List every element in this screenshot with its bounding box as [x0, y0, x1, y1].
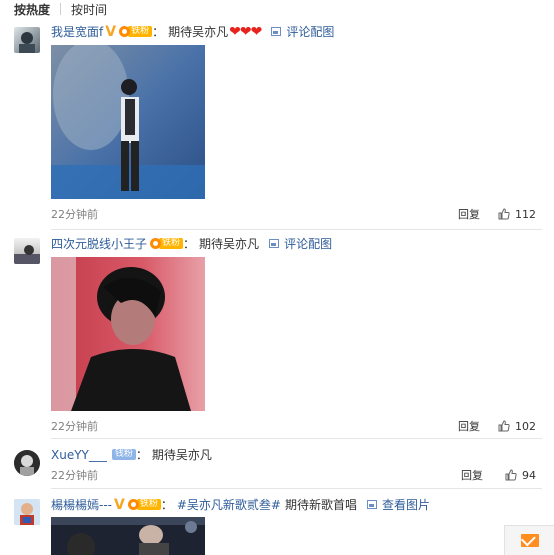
username-link[interactable]: 楊楊楊嫣---	[51, 496, 112, 513]
comment-header: 我是宽面f V 铁粉 ： 期待吴亦凡 ❤❤❤ 评论配图	[51, 23, 334, 40]
view-picture-label: 查看图片	[382, 498, 431, 512]
like-count: 94	[522, 468, 536, 482]
verified-v-icon: V	[114, 496, 125, 513]
comment-text: 期待吴亦凡	[151, 448, 212, 462]
comment-header: 楊楊楊嫣--- V 铁粉 ： #吴亦凡新歌贰叁# 期待新歌首唱 查看图片	[51, 496, 430, 513]
reply-button[interactable]: 回复	[458, 206, 480, 222]
like-button[interactable]: 94	[505, 469, 536, 482]
fan-badge[interactable]: 铁粉	[119, 25, 153, 38]
avatar[interactable]	[14, 450, 40, 476]
sort-by-time-tab[interactable]: 按时间	[71, 1, 107, 18]
avatar[interactable]	[14, 27, 40, 53]
fan-heart-icon	[150, 238, 162, 249]
comment-divider	[51, 438, 542, 439]
like-button[interactable]: 112	[498, 208, 536, 221]
comment-picture-link[interactable]: 评论配图	[269, 235, 332, 252]
comment-header: XueYY___ 钱粉 ： 期待吴亦凡	[51, 446, 212, 463]
sort-divider	[60, 3, 62, 15]
colon: ：	[160, 498, 173, 512]
message-button[interactable]	[504, 525, 554, 555]
comment-photo[interactable]	[51, 45, 205, 199]
like-count: 112	[515, 207, 536, 221]
username-link[interactable]: 四次元脱线小王子	[51, 235, 147, 252]
colon: ：	[183, 237, 196, 251]
avatar-image	[14, 499, 40, 525]
thumbs-up-icon	[498, 208, 510, 220]
comment-text: 期待吴亦凡	[199, 237, 260, 251]
mail-icon	[520, 534, 539, 547]
portrait-image	[51, 257, 205, 411]
avatar-image	[14, 450, 40, 476]
comment-picture-label: 评论配图	[284, 237, 333, 251]
reply-button[interactable]: 回复	[461, 467, 483, 483]
picture-icon	[269, 239, 280, 248]
fan-badge-label: 铁粉	[128, 26, 153, 37]
heart-emoji-icons: ❤❤❤	[229, 23, 262, 40]
fan-badge-label: 钱粉	[111, 449, 136, 460]
fan-heart-icon	[119, 26, 131, 37]
verified-v-icon: V	[105, 23, 117, 40]
comment-time: 22分钟前	[51, 420, 98, 433]
comment-time: 22分钟前	[51, 469, 98, 482]
thumbs-up-icon	[505, 469, 517, 481]
colon: ：	[152, 25, 165, 39]
comment-text: 期待吴亦凡	[168, 25, 229, 39]
fan-badge-label: 铁粉	[159, 238, 184, 249]
picture-icon	[367, 500, 378, 509]
picture-icon	[271, 27, 282, 36]
avatar-image	[14, 245, 40, 264]
comment-divider	[51, 229, 542, 230]
stage-performer-image	[51, 45, 205, 199]
comment-header: 四次元脱线小王子 铁粉 ： 期待吴亦凡 评论配图	[51, 235, 332, 252]
colon: ：	[135, 448, 148, 462]
comment-photo[interactable]	[51, 517, 205, 555]
comment-time: 22分钟前	[51, 208, 98, 221]
comment-divider	[51, 488, 542, 489]
like-button[interactable]: 102	[498, 420, 536, 433]
fan-badge[interactable]: 铁粉	[150, 237, 184, 250]
fan-badge[interactable]: 铁粉	[127, 498, 161, 511]
like-count: 102	[515, 419, 536, 433]
fan-badge[interactable]: 钱粉	[110, 448, 136, 461]
comment-text: 期待新歌首唱	[285, 498, 358, 512]
avatar[interactable]	[14, 499, 40, 525]
username-link[interactable]: 我是宽面f	[51, 23, 103, 40]
sort-bar: 按热度 按时间	[0, 0, 554, 18]
comment-photo[interactable]	[51, 257, 205, 411]
avatar-image	[19, 32, 35, 53]
comment-meta: 22分钟前 回复 112	[51, 206, 536, 222]
comment-meta: 22分钟前 回复 102	[51, 418, 536, 434]
comment-picture-label: 评论配图	[286, 25, 335, 39]
comment-meta: 22分钟前 回复 94	[51, 467, 536, 483]
view-picture-link[interactable]: 查看图片	[367, 496, 430, 513]
fan-heart-icon	[127, 499, 139, 510]
username-link[interactable]: XueYY___	[51, 448, 107, 462]
avatar[interactable]	[14, 238, 40, 264]
thumbs-up-icon	[498, 420, 510, 432]
comment-picture-link[interactable]: 评论配图	[271, 23, 334, 40]
reply-button[interactable]: 回复	[458, 418, 480, 434]
topic-hashtag-link[interactable]: #吴亦凡新歌贰叁#	[177, 496, 281, 513]
fan-badge-label: 铁粉	[136, 499, 161, 510]
concert-image	[51, 517, 205, 555]
sort-by-hot-tab[interactable]: 按热度	[0, 1, 50, 18]
